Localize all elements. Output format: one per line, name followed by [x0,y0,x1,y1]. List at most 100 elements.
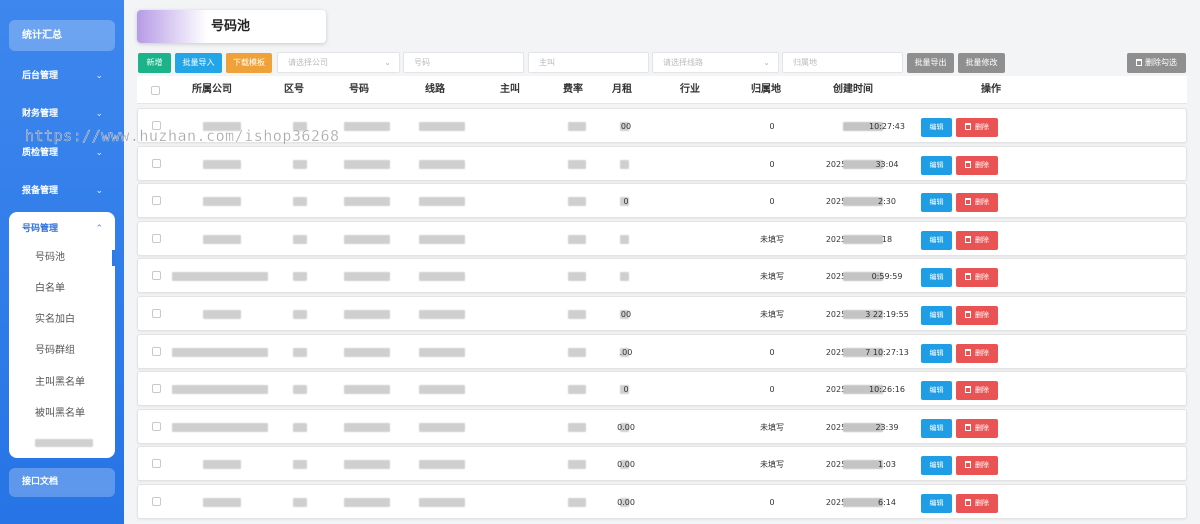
row-checkbox[interactable] [152,421,161,431]
table-row[interactable]: 未填写 2025 0:59:59 编辑 删除 [137,258,1187,294]
edit-button[interactable]: 编辑 [921,418,952,438]
table-row[interactable]: 0.00 0 2025 6:14 编辑 删除 [137,484,1187,519]
delete-button[interactable]: 删除 [956,193,998,213]
table-row[interactable]: .00 0 2025 7 10:27:13 编辑 删除 [137,333,1187,369]
row-checkbox[interactable] [152,346,161,356]
sidebar-subitem-number-group[interactable]: 号码群组 [9,341,115,361]
batch-export-button[interactable]: 批量导出 [907,53,954,73]
trash-icon [965,198,971,206]
delete-button[interactable]: 删除 [956,381,998,401]
download-template-button[interactable]: 下载模板 [226,53,272,73]
edit-button[interactable]: 编辑 [921,381,952,401]
sidebar-item-admin[interactable]: 后台管理 ⌄ [9,65,115,87]
delete-button[interactable]: 删除 [956,118,998,137]
delete-button[interactable]: 删除 [956,268,998,288]
created-time: 0:59:59 [871,272,903,282]
batch-import-button[interactable]: 批量导入 [175,53,222,73]
row-checkbox[interactable] [152,196,161,206]
edit-button[interactable]: 编辑 [921,306,952,325]
edit-button[interactable]: 编辑 [921,155,952,175]
delete-label: 删除 [975,123,989,131]
sidebar-subitem-realname-whitelist[interactable]: 实名加白 [9,310,115,330]
row-checkbox[interactable] [152,459,161,469]
sidebar-subitem-blurred[interactable] [9,435,115,455]
edit-button[interactable]: 编辑 [921,343,952,363]
sidebar-subitem-number-pool[interactable]: 号码池 [9,248,115,268]
col-rent: 月租 [612,84,632,95]
table-row[interactable]: 00 0 10:27:43 编辑 删除 [137,108,1187,143]
delete-button[interactable]: 删除 [956,155,998,175]
blurred-number [344,122,390,131]
sidebar-group-header[interactable]: 号码管理 ⌃ [9,218,115,240]
edit-button[interactable]: 编辑 [921,494,952,513]
row-checkbox[interactable] [152,121,161,130]
created-time: 23:39 [875,422,899,432]
table-row[interactable]: 0 0 2025 2:30 编辑 删除 [137,183,1187,219]
rent-value: 00 [620,310,632,319]
blurred-line [419,234,465,244]
blurred-rate [568,460,586,470]
sidebar-item-api-docs[interactable]: 接口文档 [9,468,115,497]
delete-button[interactable]: 删除 [956,456,998,476]
blurred-area-code [293,197,307,207]
delete-selected-button[interactable]: 删除勾选 [1127,53,1186,73]
number-input[interactable]: 号码 [403,52,524,73]
edit-button[interactable]: 编辑 [921,193,952,213]
delete-button[interactable]: 删除 [956,343,998,363]
sidebar-item-finance[interactable]: 财务管理 ⌄ [9,103,115,125]
created-time: 18 [881,234,893,244]
region-value: 0 [769,122,775,131]
batch-edit-button[interactable]: 批量修改 [958,53,1005,73]
sidebar-item-label: 质检管理 [22,148,59,158]
trash-icon [1136,59,1142,66]
blurred-company [203,460,241,470]
table-row[interactable]: 未填写 2025 18 编辑 删除 [137,220,1187,256]
table-row[interactable]: 0 2025 33:04 编辑 删除 [137,145,1187,181]
col-line: 线路 [425,84,445,95]
rent-value: .00 [619,347,633,357]
edit-button[interactable]: 编辑 [921,268,952,288]
created-time: 3 22:19:55 [865,310,909,319]
blurred-company [203,197,241,207]
caller-input[interactable]: 主叫 [528,52,649,73]
table-row[interactable]: 0.00 未填写 2025 1:03 编辑 删除 [137,446,1187,482]
add-button[interactable]: 新增 [138,53,171,73]
page-tab[interactable]: 号码池 [137,10,326,43]
row-checkbox[interactable] [152,309,161,318]
edit-button[interactable]: 编辑 [921,456,952,476]
line-select[interactable]: 请选择线路 ⌄ [652,52,779,73]
blurred-line [419,197,465,207]
blurred-number [344,272,390,282]
table-row[interactable]: 0.00 未填写 2025 23:39 编辑 删除 [137,408,1187,444]
blurred-line [419,347,465,357]
row-checkbox[interactable] [152,158,161,168]
row-checkbox[interactable] [152,384,161,394]
delete-button[interactable]: 删除 [956,494,998,513]
rent-value: 0 [623,385,629,395]
sidebar-subitem-whitelist[interactable]: 白名单 [9,279,115,299]
sidebar-item-stats[interactable]: 统计汇总 [9,20,115,51]
blurred-rate [568,422,586,432]
blurred-number [344,422,390,432]
blurred-company [203,159,241,169]
sidebar: 统计汇总 后台管理 ⌄ 财务管理 ⌄ 质检管理 ⌄ 报备管理 ⌄ 号码管理 ⌃ … [0,0,124,524]
delete-label: 删除 [975,160,989,169]
table-row[interactable]: 00 未填写 2025 3 22:19:55 编辑 删除 [137,296,1187,331]
col-region: 归属地 [751,84,781,95]
row-checkbox[interactable] [152,497,161,506]
company-select[interactable]: 请选择公司 ⌄ [277,52,400,73]
edit-button[interactable]: 编辑 [921,230,952,250]
sidebar-subitem-callee-blacklist[interactable]: 被叫黑名单 [9,404,115,424]
select-all-checkbox[interactable] [151,86,160,95]
edit-button[interactable]: 编辑 [921,118,952,137]
delete-button[interactable]: 删除 [956,418,998,438]
sidebar-item-report[interactable]: 报备管理 ⌄ [9,180,115,202]
row-checkbox[interactable] [152,233,161,243]
sidebar-item-quality[interactable]: 质检管理 ⌄ [9,142,115,164]
sidebar-subitem-caller-blacklist[interactable]: 主叫黑名单 [9,373,115,393]
table-row[interactable]: 0 0 2025 10:26:16 编辑 删除 [137,371,1187,407]
delete-button[interactable]: 删除 [956,306,998,325]
delete-button[interactable]: 删除 [956,230,998,250]
region-input[interactable]: 归属地 [782,52,903,73]
row-checkbox[interactable] [152,271,161,281]
